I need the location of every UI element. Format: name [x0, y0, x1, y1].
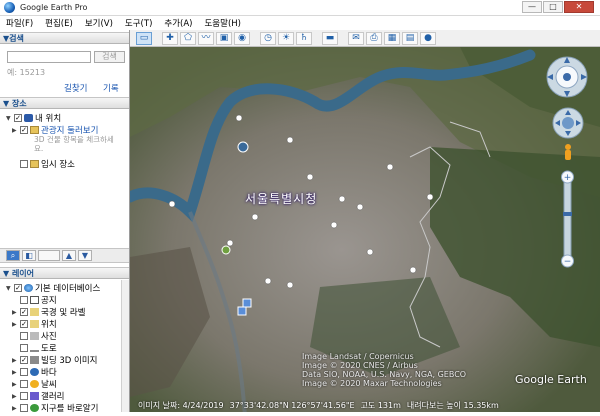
window-controls: — □ ✕ — [522, 1, 594, 13]
places-icon — [30, 320, 39, 328]
window-title: Google Earth Pro — [20, 3, 88, 12]
window-bottom-border — [0, 412, 600, 416]
compass-control[interactable] — [546, 56, 588, 98]
city-hall-label[interactable]: 서울특별시청 — [245, 190, 317, 207]
places-item-my-places[interactable]: ▼ ✓ 내 위치 — [6, 112, 61, 124]
sunlight-icon[interactable]: ☀ — [278, 31, 294, 45]
coordinates: 37°33'42.08"N 126°57'41.56"E — [229, 400, 355, 410]
svg-text:+: + — [564, 173, 572, 183]
layer-roads[interactable]: 도로 — [12, 342, 57, 354]
placemark-icon[interactable]: ✚ — [162, 31, 178, 45]
status-bar: 이미지 날짜: 4/24/2019 37°33'42.08"N 126°57'4… — [130, 398, 600, 412]
layer-3d-buildings[interactable]: ▶ ✓ 빌딩 3D 이미지 — [12, 354, 97, 366]
ocean-icon — [30, 368, 39, 376]
search-hint: 예: 15213 — [7, 68, 46, 77]
layer-notices[interactable]: 공지 — [12, 294, 57, 306]
checkbox[interactable]: ✓ — [14, 114, 22, 122]
google-earth-logo: Google Earth — [515, 373, 587, 386]
title-bar: Google Earth Pro — □ ✕ — [0, 0, 600, 16]
google-earth-app-icon — [4, 2, 15, 13]
globe-icon — [24, 284, 33, 292]
search-panel-header[interactable]: ▼검색 — [0, 32, 129, 44]
places-toolbar: ⌕ ◧ ▲ ▼ — [0, 248, 129, 263]
search-button[interactable]: 검색 — [94, 51, 125, 63]
places-item-temporary[interactable]: 임시 장소 — [12, 158, 75, 170]
places-item-label: 임시 장소 — [41, 160, 75, 170]
menu-edit[interactable]: 편집(E) — [45, 17, 73, 29]
building-icon — [30, 356, 39, 364]
toggle-panel-icon[interactable]: ◧ — [22, 250, 36, 261]
expand-arrow-icon[interactable]: ▶ — [12, 127, 18, 134]
move-up-icon[interactable]: ▲ — [62, 250, 76, 261]
expand-arrow-icon[interactable]: ▼ — [6, 115, 12, 122]
layers-panel-header[interactable]: ▼ 레이어 — [0, 267, 129, 279]
history-link[interactable]: 기록 — [103, 82, 119, 94]
directions-link[interactable]: 길찾기 — [64, 82, 87, 94]
menu-add[interactable]: 추가(A) — [164, 17, 192, 29]
pan-control[interactable] — [552, 107, 584, 139]
layer-borders-labels[interactable]: ▶ ✓ 국경 및 라벨 — [12, 306, 86, 318]
overlay-icon[interactable]: ▣ — [216, 31, 232, 45]
print-icon[interactable]: ⎙ — [366, 31, 382, 45]
historical-imagery-icon[interactable]: ◷ — [260, 31, 276, 45]
imagery-credits: Image Landsat / Copernicus Image © 2020 … — [302, 352, 467, 388]
layer-primary-database[interactable]: ▼ ✓ 기본 데이터베이스 — [6, 282, 100, 294]
folder-icon — [30, 160, 39, 168]
layer-photos[interactable]: 사진 — [12, 330, 57, 342]
borders-icon — [30, 308, 39, 316]
search-input[interactable] — [7, 51, 91, 63]
checkbox[interactable]: ✓ — [20, 126, 28, 134]
image-date: 이미지 날짜: 4/24/2019 — [138, 400, 224, 410]
menu-view[interactable]: 보기(V) — [85, 17, 113, 29]
folder-icon — [30, 126, 39, 134]
polygon-icon[interactable]: ⬠ — [180, 31, 196, 45]
gallery-icon — [30, 392, 39, 400]
menu-bar: 파일(F) 편집(E) 보기(V) 도구(T) 추가(A) 도움말(H) — [0, 16, 600, 30]
places-filter-box[interactable] — [38, 250, 60, 261]
places-item-label: 내 위치 — [35, 114, 62, 124]
record-tour-icon[interactable]: ◉ — [234, 31, 250, 45]
path-icon[interactable]: 〰 — [198, 31, 214, 45]
save-image-icon[interactable]: ▦ — [384, 31, 400, 45]
earth-icon[interactable]: ● — [420, 31, 436, 45]
close-button[interactable]: ✕ — [564, 1, 594, 13]
map-view[interactable]: + − 서울특별시청 Image Landsat / Copernicus Im… — [130, 47, 600, 416]
menu-help[interactable]: 도움말(H) — [204, 17, 240, 29]
folder-icon — [24, 114, 33, 122]
layers-scrollbar[interactable] — [121, 280, 129, 414]
places-item-hint: 3D 건물 항목을 체크하세요. — [34, 135, 114, 153]
photo-icon — [30, 332, 39, 340]
move-down-icon[interactable]: ▼ — [78, 250, 92, 261]
awareness-icon — [30, 404, 39, 412]
menu-tools[interactable]: 도구(T) — [125, 17, 152, 29]
maps-icon[interactable]: ▤ — [402, 31, 418, 45]
email-icon[interactable]: ✉ — [348, 31, 364, 45]
street-view-pegman-icon[interactable] — [565, 144, 571, 160]
elevation: 고도 131m — [360, 400, 401, 410]
eye-altitude: 내려다보는 높이 15.35km — [406, 400, 499, 410]
notice-icon — [30, 296, 39, 304]
svg-text:−: − — [564, 257, 572, 267]
maximize-button[interactable]: □ — [543, 1, 563, 13]
menu-file[interactable]: 파일(F) — [6, 17, 33, 29]
planets-icon[interactable]: ♄ — [296, 31, 312, 45]
checkbox[interactable] — [20, 160, 28, 168]
layer-ocean[interactable]: ▶ 바다 — [12, 366, 57, 378]
sidebar-toggle-icon[interactable]: ▭ — [136, 31, 152, 45]
layer-gallery[interactable]: ▶ 갤러리 — [12, 390, 64, 402]
road-icon — [30, 344, 39, 352]
search-places-icon[interactable]: ⌕ — [6, 250, 20, 261]
ruler-icon[interactable]: ▬ — [322, 31, 338, 45]
weather-icon — [30, 380, 39, 388]
main-toolbar: ▭ ✚ ⬠ 〰 ▣ ◉ ◷ ☀ ♄ ▬ ✉ ⎙ ▦ ▤ ● — [130, 30, 600, 47]
minimize-button[interactable]: — — [522, 1, 542, 13]
places-panel-header[interactable]: ▼ 장소 — [0, 97, 129, 109]
layer-weather[interactable]: ▶ 날씨 — [12, 378, 57, 390]
layer-places[interactable]: ▶ ✓ 위치 — [12, 318, 57, 330]
